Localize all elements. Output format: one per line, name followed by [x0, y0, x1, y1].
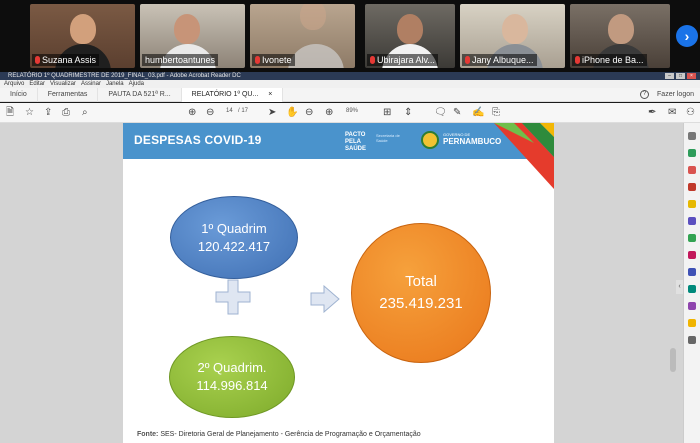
plus-icon: [215, 279, 251, 315]
logo-pernambuco: PERNAMBUCO: [443, 137, 502, 146]
q2-value: 114.996.814: [196, 378, 268, 393]
more-tools-icon[interactable]: [688, 336, 696, 344]
window-title: RELATÓRIO 1º QUADRIMESTRE DE 2019_FINAL_…: [0, 72, 700, 80]
minimize-icon[interactable]: –: [665, 73, 674, 79]
protect-icon[interactable]: [688, 268, 696, 276]
hand-icon[interactable]: ✋: [286, 106, 298, 120]
scroll-mode-icon[interactable]: ⇕: [404, 106, 412, 120]
tab-document-relatorio[interactable]: RELATÓRIO 1º QU... ×: [181, 87, 284, 102]
help-icon[interactable]: ?: [640, 90, 650, 99]
participant-name: iPhone de Ba...: [582, 55, 644, 65]
fill-sign-icon[interactable]: [688, 251, 696, 259]
maximize-icon[interactable]: □: [676, 73, 685, 79]
source-note: Fonte: SES- Diretoria Geral de Planejame…: [137, 431, 421, 438]
q1-label: 1º Quadrim: [201, 220, 267, 236]
total-label: Total: [405, 273, 437, 290]
state-seal-icon: [421, 131, 439, 149]
q2-label: 2º Quadrim.: [197, 360, 267, 375]
comment-tool-icon[interactable]: [688, 200, 696, 208]
toolbar: 🗎 ☆ ⇪ ⎙ ⌕ ⊕ ⊖ 14 / 17 ➤ ✋ ⊖ ⊕ 89% ⊞ ⇕ 🗨 …: [0, 103, 700, 123]
fit-page-icon[interactable]: ⊞: [383, 106, 391, 120]
scrollbar[interactable]: [670, 348, 676, 372]
participant-tile[interactable]: Jany Albuque...: [460, 4, 565, 68]
mic-muted-icon: [465, 56, 470, 64]
print-icon[interactable]: ⎙: [62, 106, 70, 120]
participant-name: Jany Albuque...: [472, 55, 534, 65]
sign-icon[interactable]: ✍: [472, 106, 484, 120]
mic-muted-icon: [370, 56, 375, 64]
mail-icon[interactable]: ✉: [668, 106, 676, 120]
arrow-right-icon: [310, 285, 340, 313]
zoom-select[interactable]: 89%: [346, 108, 358, 114]
slide-title: DESPESAS COVID-19: [134, 133, 262, 147]
participant-name: Ivonete: [262, 55, 292, 65]
participant-tile[interactable]: humbertoantunes: [140, 4, 245, 68]
select-cursor-icon[interactable]: ➤: [268, 106, 276, 120]
upload-icon[interactable]: ⇪: [44, 106, 52, 120]
page-up-icon[interactable]: ⊕: [188, 106, 196, 120]
total-ellipse: Total 235.419.231: [351, 223, 491, 363]
comment-icon[interactable]: 🗨: [434, 106, 447, 120]
participant-name: Ubirajara Alv...: [377, 55, 435, 65]
edit-pdf-icon[interactable]: [688, 183, 696, 191]
page-down-icon[interactable]: ⊖: [206, 106, 214, 120]
logo-pacto-pela-saude: PACTO PELA SAÚDE: [345, 132, 367, 152]
close-icon[interactable]: ×: [687, 73, 696, 79]
participant-tile[interactable]: Ubirajara Alv...: [365, 4, 455, 68]
create-pdf-icon[interactable]: [688, 166, 696, 174]
tab-bar: Início Ferramentas PAUTA DA 521ª R... RE…: [0, 87, 700, 102]
send-icon[interactable]: [688, 319, 696, 327]
total-value: 235.419.231: [379, 295, 463, 312]
stamp-icon[interactable]: ⎘: [492, 106, 500, 120]
pdf-page: DESPESAS COVID-19 PACTO PELA SAÚDE Secre…: [123, 123, 554, 443]
decorative-corner: [494, 123, 554, 189]
search-icon[interactable]: [688, 132, 696, 140]
q1-value: 120.422.417: [197, 238, 271, 254]
tab-label: RELATÓRIO 1º QU...: [191, 90, 259, 98]
participant-name: humbertoantunes: [145, 55, 216, 65]
pen-icon[interactable]: ✎: [453, 106, 461, 120]
save-icon[interactable]: 🗎: [6, 106, 14, 120]
redact-icon[interactable]: [688, 302, 696, 310]
combine-icon[interactable]: [688, 217, 696, 225]
tab-bar-right: ? Fazer logon: [640, 90, 700, 99]
source-text: SES- Diretoria Geral de Planejamento - G…: [160, 431, 421, 438]
participant-tile[interactable]: Ivonete: [250, 4, 355, 68]
participant-tile[interactable]: iPhone de Ba...: [570, 4, 670, 68]
tools-pane: [683, 123, 700, 443]
star-icon[interactable]: ☆: [25, 106, 34, 120]
login-link[interactable]: Fazer logon: [657, 91, 694, 98]
sign-tool-icon[interactable]: ✒: [648, 106, 656, 120]
tab-tools[interactable]: Ferramentas: [38, 87, 99, 102]
logo-secretaria: Secretaria de Saúde: [376, 133, 400, 143]
video-strip: Suzana Assis humbertoantunes Ivonete Ubi…: [0, 0, 700, 72]
participant-tile[interactable]: Suzana Assis: [30, 4, 135, 68]
tab-home[interactable]: Início: [0, 87, 38, 102]
chevron-right-icon[interactable]: ›: [676, 25, 698, 47]
zoom-search-icon[interactable]: ⌕: [82, 106, 88, 120]
tab-document-pauta[interactable]: PAUTA DA 521ª R...: [98, 87, 182, 102]
optimize-icon[interactable]: [688, 285, 696, 293]
participant-name: Suzana Assis: [42, 55, 97, 65]
export-pdf-icon[interactable]: [688, 149, 696, 157]
first-quadrimester-ellipse: 1º Quadrim 120.422.417: [170, 196, 298, 279]
share-user-icon[interactable]: ⚇: [686, 106, 695, 120]
source-label: Fonte:: [137, 431, 159, 438]
mic-muted-icon: [575, 56, 580, 64]
mic-muted-icon: [255, 56, 260, 64]
organize-icon[interactable]: [688, 234, 696, 242]
page-number-input[interactable]: 14: [226, 108, 233, 114]
page-total: / 17: [238, 108, 249, 114]
second-quadrimester-ellipse: 2º Quadrim. 114.996.814: [169, 336, 295, 418]
zoom-in-icon[interactable]: ⊕: [325, 106, 333, 120]
zoom-out-icon[interactable]: ⊖: [305, 106, 313, 120]
window-controls: – □ ×: [665, 73, 696, 79]
tab-close-icon[interactable]: ×: [268, 91, 272, 98]
collapse-pane-icon[interactable]: ‹: [676, 280, 683, 294]
mic-muted-icon: [35, 56, 40, 64]
